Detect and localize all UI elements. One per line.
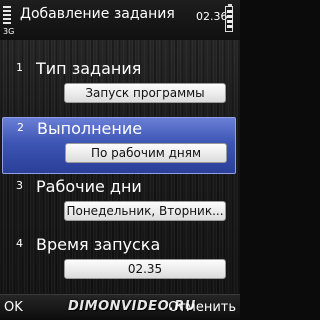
- work-days-select[interactable]: Понедельник, Вторник...: [64, 201, 226, 221]
- item-number: 1: [16, 61, 23, 74]
- screen: 3G Добавление задания 02.36 1 Тип задани…: [0, 0, 240, 320]
- execution-select[interactable]: По рабочим дням: [65, 143, 227, 163]
- item-label: Время запуска: [36, 235, 161, 254]
- item-label: Рабочие дни: [36, 177, 142, 196]
- item-number: 4: [16, 237, 23, 250]
- task-type-select[interactable]: Запуск программы: [64, 83, 226, 103]
- item-number: 3: [16, 179, 23, 192]
- item-number: 2: [17, 121, 24, 134]
- softkey-bar: OK DIMONVIDEO.RU Отменить: [0, 294, 240, 320]
- cancel-softkey[interactable]: Отменить: [168, 300, 236, 316]
- clock-time: 02.36: [196, 10, 228, 23]
- setting-item-task-type[interactable]: 1 Тип задания Запуск программы: [0, 58, 240, 115]
- item-label: Выполнение: [37, 119, 143, 138]
- status-bar: 3G Добавление задания 02.36: [0, 0, 240, 40]
- start-time-field[interactable]: 02.35: [64, 259, 226, 279]
- setting-item-work-days[interactable]: 3 Рабочие дни Понедельник, Вторник...: [0, 176, 240, 233]
- battery-icon: [225, 4, 235, 34]
- page-title: Добавление задания: [20, 6, 175, 22]
- setting-item-execution[interactable]: 2 Выполнение По рабочим дням: [2, 117, 236, 174]
- item-label: Тип задания: [36, 59, 142, 78]
- setting-item-start-time[interactable]: 4 Время запуска 02.35: [0, 234, 240, 291]
- ok-softkey[interactable]: OK: [4, 300, 23, 316]
- network-type-label: 3G: [3, 27, 15, 36]
